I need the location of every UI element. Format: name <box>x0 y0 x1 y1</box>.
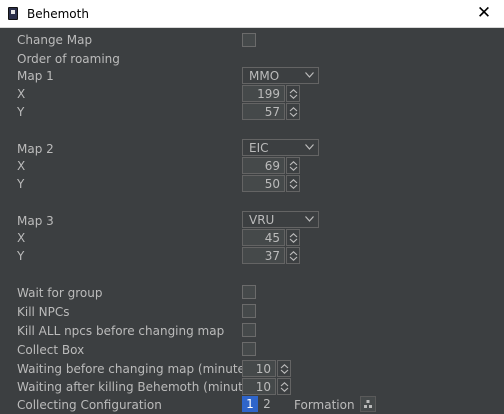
waiting-before-value: 10 <box>255 362 271 376</box>
kill-npcs-checkbox[interactable] <box>242 304 256 318</box>
formation-button[interactable] <box>360 396 376 412</box>
map2-y-field[interactable]: 50 <box>242 175 285 192</box>
map3-selected: VRU <box>249 213 275 227</box>
waiting-after-spinner[interactable]: 10 <box>242 378 302 395</box>
map3-y-value: 37 <box>264 249 280 263</box>
map3-dropdown[interactable]: VRU <box>242 211 319 228</box>
map1-label: Map 1 <box>17 69 54 83</box>
map3-x-value: 45 <box>264 231 280 245</box>
spinner-arrows-icon[interactable] <box>286 103 300 120</box>
map1-y-spinner[interactable]: 57 <box>242 103 302 120</box>
collect-box-checkbox[interactable] <box>242 342 256 356</box>
map1-selected: MMO <box>249 69 280 83</box>
wait-for-group-checkbox[interactable] <box>242 285 256 299</box>
spinner-arrows-icon[interactable] <box>286 175 300 192</box>
settings-panel: Change Map Order of roaming Map 1 MMO X … <box>0 28 504 414</box>
waiting-before-label: Waiting before changing map (minutes) <box>17 362 256 376</box>
map3-y-spinner[interactable]: 37 <box>242 247 302 264</box>
map2-selected: EIC <box>249 141 269 155</box>
map3-y-field[interactable]: 37 <box>242 247 285 264</box>
map2-x-field[interactable]: 69 <box>242 157 285 174</box>
collect-box-label: Collect Box <box>17 343 85 357</box>
map1-dropdown[interactable]: MMO <box>242 67 319 84</box>
map2-x-label: X <box>17 159 26 173</box>
collecting-option-1[interactable]: 1 <box>242 396 258 412</box>
change-map-checkbox[interactable] <box>242 33 256 47</box>
map3-x-label: X <box>17 231 26 245</box>
app-icon <box>8 7 18 20</box>
spinner-arrows-icon[interactable] <box>286 157 300 174</box>
waiting-before-spinner[interactable]: 10 <box>242 360 302 377</box>
change-map-label: Change Map <box>17 33 93 47</box>
map2-x-value: 69 <box>264 159 280 173</box>
map1-x-field[interactable]: 199 <box>242 85 285 102</box>
chevron-down-icon <box>305 72 314 78</box>
wait-for-group-label: Wait for group <box>17 286 103 300</box>
map1-y-value: 57 <box>264 105 280 119</box>
kill-all-npcs-label: Kill ALL npcs before changing map <box>17 324 225 338</box>
map1-x-label: X <box>17 87 26 101</box>
chevron-down-icon <box>305 216 314 222</box>
map3-x-spinner[interactable]: 45 <box>242 229 302 246</box>
order-of-roaming-label: Order of roaming <box>17 52 120 66</box>
map2-label: Map 2 <box>17 142 54 156</box>
spinner-arrows-icon[interactable] <box>286 229 300 246</box>
map1-y-label: Y <box>17 105 25 119</box>
waiting-after-field[interactable]: 10 <box>242 378 276 395</box>
map1-y-field[interactable]: 57 <box>242 103 285 120</box>
map3-label: Map 3 <box>17 214 54 228</box>
spinner-arrows-icon[interactable] <box>286 247 300 264</box>
kill-npcs-label: Kill NPCs <box>17 305 70 319</box>
map1-x-value: 199 <box>257 87 280 101</box>
formation-label: Formation <box>294 398 355 412</box>
map3-y-label: Y <box>17 249 25 263</box>
spinner-arrows-icon[interactable] <box>277 360 291 377</box>
waiting-after-label: Waiting after killing Behemoth (minutes) <box>17 380 262 394</box>
chevron-down-icon <box>305 144 314 150</box>
map2-y-value: 50 <box>264 177 280 191</box>
map2-x-spinner[interactable]: 69 <box>242 157 302 174</box>
title-bar: Behemoth ✕ <box>0 0 504 28</box>
waiting-before-field[interactable]: 10 <box>242 360 276 377</box>
window-title: Behemoth <box>27 7 89 21</box>
close-icon[interactable]: ✕ <box>464 0 504 28</box>
map2-y-label: Y <box>17 177 25 191</box>
spinner-arrows-icon[interactable] <box>286 85 300 102</box>
collecting-config-label: Collecting Configuration <box>17 398 162 412</box>
spinner-arrows-icon[interactable] <box>277 378 291 395</box>
map1-x-spinner[interactable]: 199 <box>242 85 302 102</box>
kill-all-npcs-checkbox[interactable] <box>242 323 256 337</box>
map2-y-spinner[interactable]: 50 <box>242 175 302 192</box>
waiting-after-value: 10 <box>255 380 271 394</box>
map3-x-field[interactable]: 45 <box>242 229 285 246</box>
formation-icon <box>364 400 372 408</box>
collecting-option-2[interactable]: 2 <box>259 396 275 412</box>
map2-dropdown[interactable]: EIC <box>242 139 319 156</box>
